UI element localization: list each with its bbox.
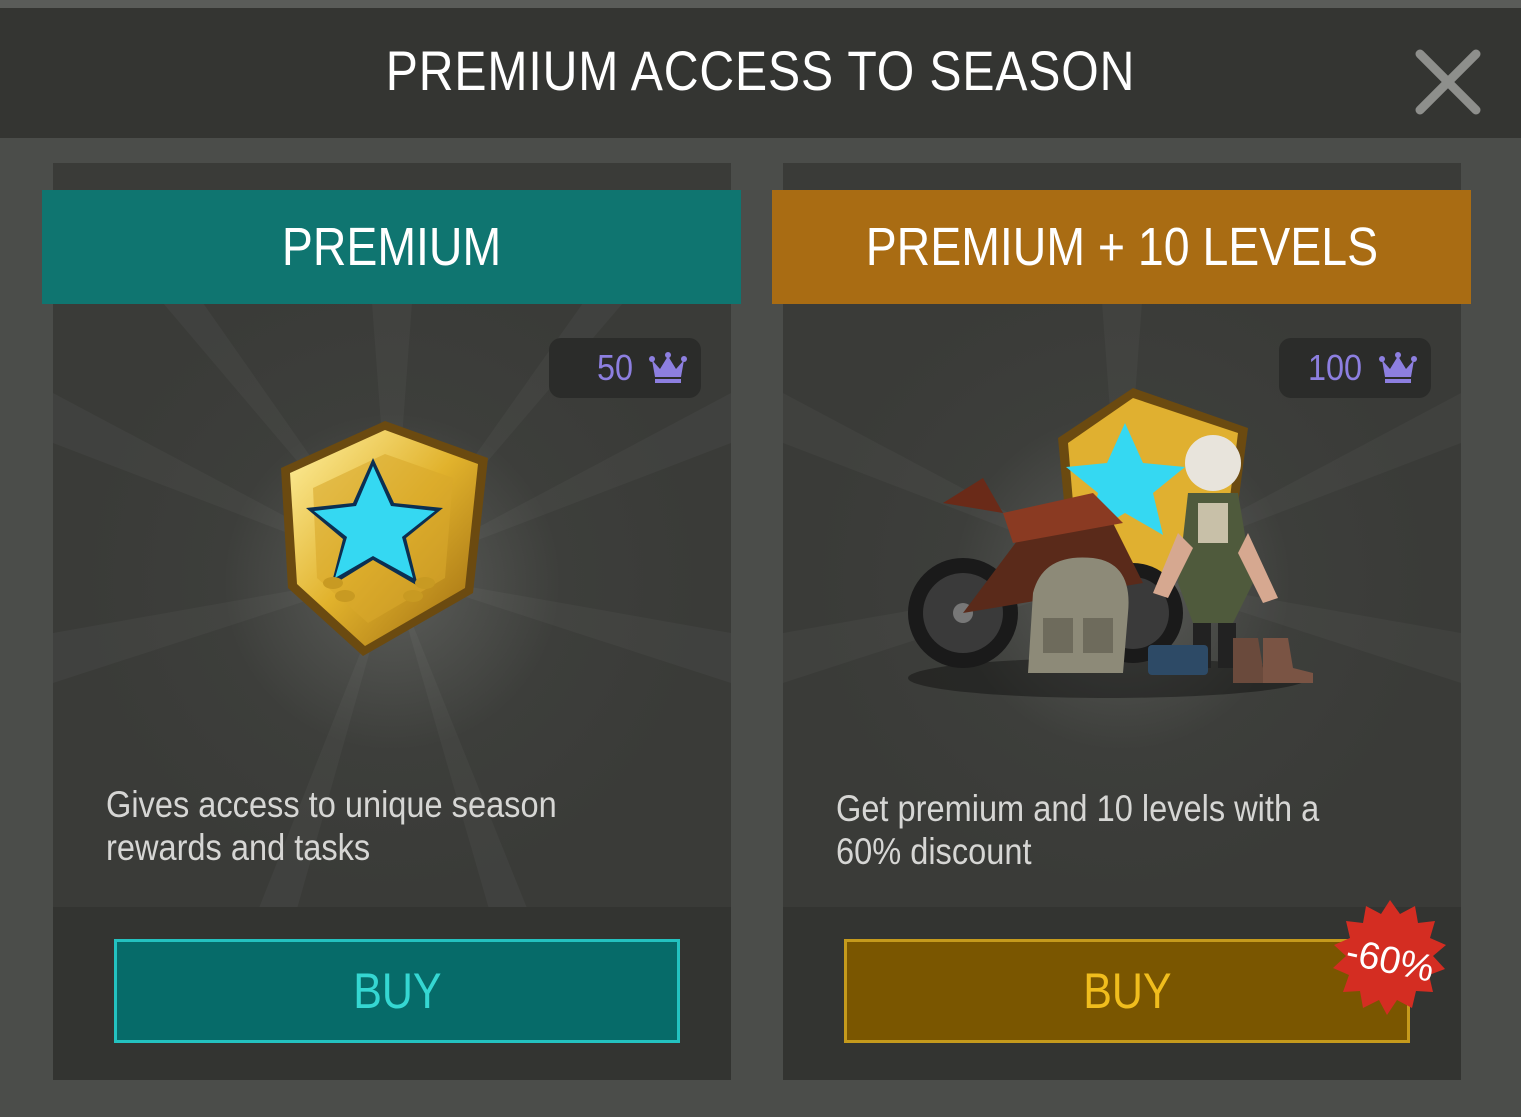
crown-icon xyxy=(1379,352,1417,383)
dialog-header: PREMIUM ACCESS TO SEASON xyxy=(0,8,1521,138)
star-shield-badge xyxy=(281,421,488,656)
dialog-title: PREMIUM ACCESS TO SEASON xyxy=(385,39,1136,102)
offer-description-text: Gives access to unique season rewards an… xyxy=(106,784,557,868)
buy-button-premium[interactable]: BUY xyxy=(114,939,680,1043)
discount-label: -60% xyxy=(1342,930,1438,991)
close-icon[interactable] xyxy=(1410,44,1486,120)
buy-button-label: BUY xyxy=(1082,963,1172,1019)
motorcycle-character-bundle xyxy=(908,388,1313,698)
discount-badge: -60% xyxy=(1329,900,1451,1022)
offer-description: Get premium and 10 levels with a 60% dis… xyxy=(836,787,1416,873)
offer-banner-label: PREMIUM + 10 LEVELS xyxy=(865,217,1378,277)
offer-card-premium: PREMIUM 50 Gives access to unique season… xyxy=(42,163,741,1080)
offer-description: Gives access to unique season rewards an… xyxy=(106,783,686,869)
offer-banner-label: PREMIUM xyxy=(281,217,502,277)
offer-banner: PREMIUM xyxy=(42,190,741,304)
offer-banner: PREMIUM + 10 LEVELS xyxy=(772,190,1471,304)
price-tag: 50 xyxy=(549,338,701,398)
offer-card-premium-10-levels: PREMIUM + 10 LEVELS 100 Get premium and … xyxy=(772,163,1471,1080)
crown-icon xyxy=(649,352,687,383)
top-edge xyxy=(0,0,1521,8)
offer-description-text: Get premium and 10 levels with a 60% dis… xyxy=(836,788,1320,872)
price-value: 50 xyxy=(596,347,633,388)
buy-button-label: BUY xyxy=(352,963,442,1019)
